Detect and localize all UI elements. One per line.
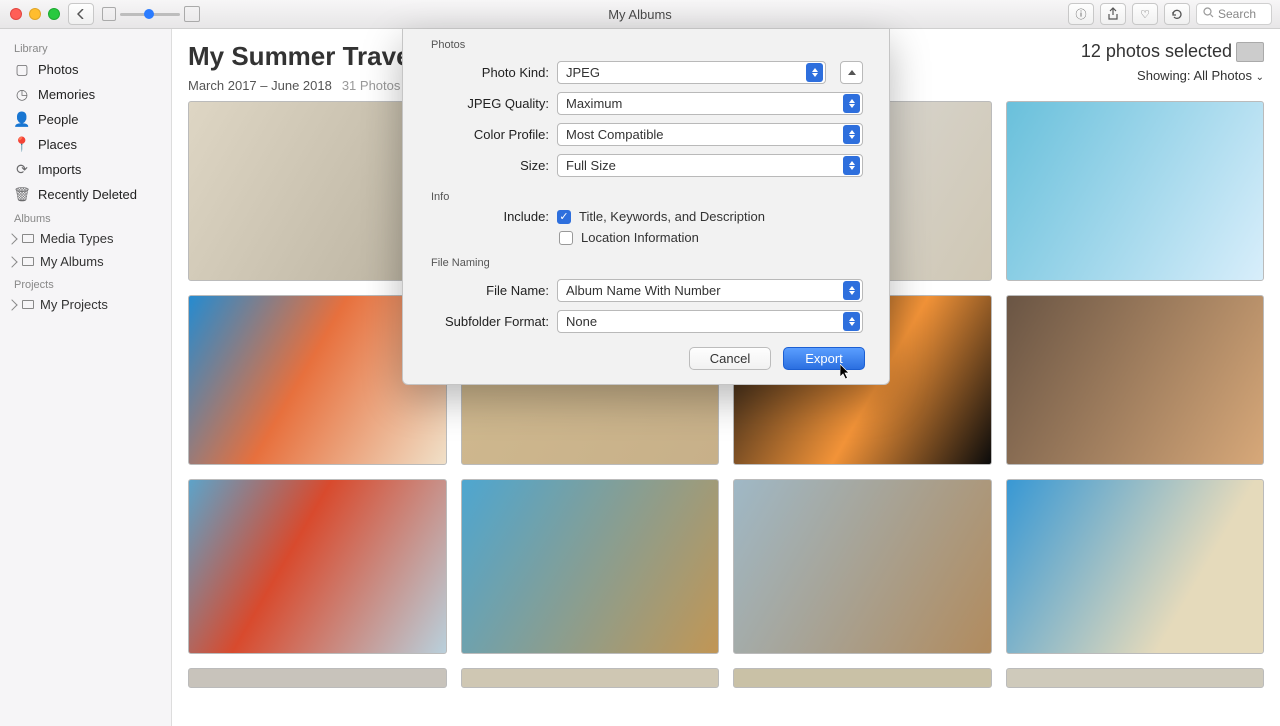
sidebar-item-recently-deleted[interactable]: 🗑Recently Deleted <box>4 182 167 207</box>
photo-thumbnail[interactable] <box>733 668 992 688</box>
select-photo-kind[interactable]: JPEG <box>557 61 826 84</box>
sidebar-header-projects: Projects <box>4 273 167 293</box>
photo-thumbnail[interactable] <box>188 479 447 654</box>
window-toolbar: My Albums ⓘ ♡ Search <box>0 0 1280 29</box>
showing-label: Showing: <box>1137 68 1190 83</box>
places-icon: 📍 <box>14 136 30 153</box>
sidebar-item-my-albums[interactable]: My Albums <box>4 250 167 273</box>
section-label-info: Info <box>403 181 889 209</box>
sidebar-item-media-types[interactable]: Media Types <box>4 227 167 250</box>
select-subfolder[interactable]: None <box>557 310 863 333</box>
check-label-location: Location Information <box>581 230 699 245</box>
export-dialog: Photos Photo Kind: JPEG JPEG Quality: Ma… <box>402 29 890 385</box>
photo-thumbnail[interactable] <box>1006 479 1265 654</box>
select-arrows-icon <box>843 156 860 175</box>
close-window-button[interactable] <box>10 8 22 20</box>
photo-thumbnail[interactable] <box>733 479 992 654</box>
minimize-window-button[interactable] <box>29 8 41 20</box>
sidebar: Library ▢Photos ◷Memories 👤People 📍Place… <box>0 29 172 726</box>
collapse-toggle[interactable] <box>840 61 863 84</box>
label-subfolder: Subfolder Format: <box>413 314 549 329</box>
photo-thumbnail[interactable] <box>1006 295 1265 465</box>
check-label-title: Title, Keywords, and Description <box>579 209 765 224</box>
memories-icon: ◷ <box>14 86 30 103</box>
select-arrows-icon <box>843 125 860 144</box>
sidebar-item-memories[interactable]: ◷Memories <box>4 82 167 107</box>
label-size: Size: <box>413 158 549 173</box>
back-button[interactable] <box>68 3 94 25</box>
chevron-down-icon: ⌄ <box>1256 72 1264 83</box>
folder-icon <box>22 257 34 266</box>
zoom-window-button[interactable] <box>48 8 60 20</box>
zoom-track[interactable] <box>120 13 180 16</box>
export-button[interactable]: Export <box>783 347 865 370</box>
thumbnail-small-icon <box>102 7 116 21</box>
share-button[interactable] <box>1100 3 1126 25</box>
folder-icon <box>22 300 34 309</box>
checkbox-include-title[interactable]: ✓ <box>557 210 571 224</box>
thumbnail-large-icon <box>184 6 200 22</box>
info-button[interactable]: ⓘ <box>1068 3 1094 25</box>
sidebar-item-my-projects[interactable]: My Projects <box>4 293 167 316</box>
photos-icon: ▢ <box>14 61 30 78</box>
sidebar-header-albums: Albums <box>4 207 167 227</box>
photo-thumbnail[interactable] <box>1006 668 1265 688</box>
select-arrows-icon <box>843 312 860 331</box>
select-jpeg-quality[interactable]: Maximum <box>557 92 863 115</box>
select-arrows-icon <box>843 281 860 300</box>
sidebar-item-people[interactable]: 👤People <box>4 107 167 132</box>
chevron-right-icon <box>6 256 17 267</box>
label-include: Include: <box>413 209 549 224</box>
zoom-slider[interactable] <box>102 6 200 22</box>
showing-value[interactable]: All Photos <box>1193 68 1252 83</box>
selection-count: 12 photos selected <box>1081 41 1232 61</box>
album-photo-count: 31 Photos <box>342 78 401 93</box>
folder-icon <box>22 234 34 243</box>
search-field[interactable]: Search <box>1196 3 1272 25</box>
label-photo-kind: Photo Kind: <box>413 65 549 80</box>
label-color-profile: Color Profile: <box>413 127 549 142</box>
select-file-name[interactable]: Album Name With Number <box>557 279 863 302</box>
cancel-button[interactable]: Cancel <box>689 347 771 370</box>
search-placeholder: Search <box>1218 7 1256 21</box>
imports-icon: ⟳ <box>14 161 30 178</box>
select-arrows-icon <box>843 94 860 113</box>
select-color-profile[interactable]: Most Compatible <box>557 123 863 146</box>
trash-icon: 🗑 <box>14 186 30 203</box>
section-label-file-naming: File Naming <box>403 247 889 275</box>
label-file-name: File Name: <box>413 283 549 298</box>
sidebar-item-photos[interactable]: ▢Photos <box>4 57 167 82</box>
select-arrows-icon <box>806 63 823 82</box>
photo-thumbnail[interactable] <box>1006 101 1265 281</box>
sidebar-header-library: Library <box>4 37 167 57</box>
label-jpeg-quality: JPEG Quality: <box>413 96 549 111</box>
album-date-range: March 2017 – June 2018 <box>188 78 332 93</box>
chevron-right-icon <box>6 299 17 310</box>
photo-thumbnail[interactable] <box>461 668 720 688</box>
favorite-button[interactable]: ♡ <box>1132 3 1158 25</box>
selection-thumbnail-icon <box>1236 42 1264 62</box>
photo-thumbnail[interactable] <box>188 668 447 688</box>
photo-thumbnail[interactable] <box>461 479 720 654</box>
sidebar-item-places[interactable]: 📍Places <box>4 132 167 157</box>
search-icon <box>1203 7 1214 21</box>
section-label-photos: Photos <box>403 29 889 57</box>
people-icon: 👤 <box>14 111 30 128</box>
chevron-right-icon <box>6 233 17 244</box>
sidebar-item-imports[interactable]: ⟳Imports <box>4 157 167 182</box>
traffic-lights <box>10 8 60 20</box>
album-title: My Summer Travels <box>188 41 432 72</box>
rotate-button[interactable] <box>1164 3 1190 25</box>
checkbox-include-location[interactable] <box>559 231 573 245</box>
select-size[interactable]: Full Size <box>557 154 863 177</box>
